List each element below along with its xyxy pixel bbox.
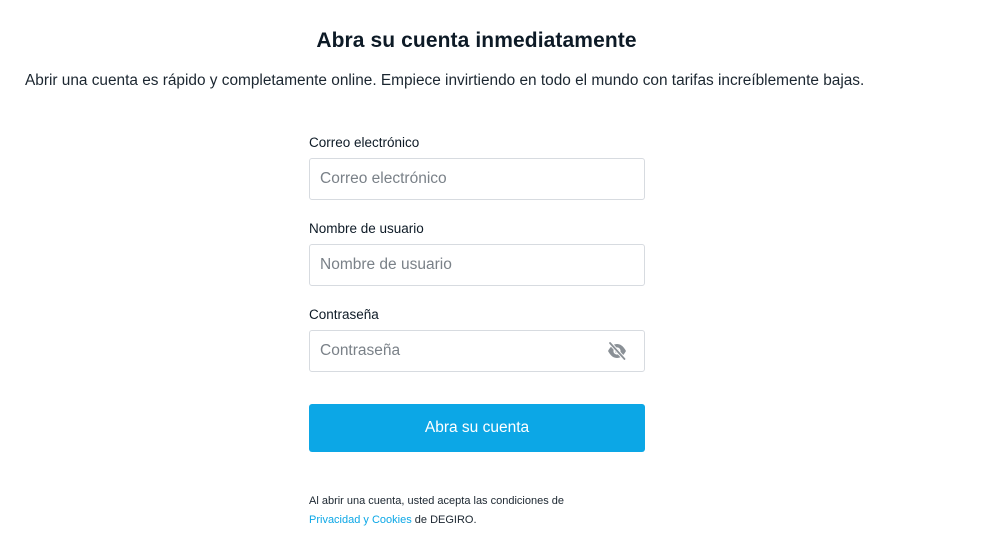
password-input[interactable]	[310, 331, 644, 371]
email-label: Correo electrónico	[309, 135, 420, 150]
signup-page: Abra su cuenta inmediatamente Abrir una …	[0, 0, 989, 540]
password-field-group: Contraseña	[309, 306, 645, 372]
page-subtitle: Abrir una cuenta es rápido y completamen…	[25, 72, 865, 89]
username-input[interactable]	[310, 245, 644, 285]
page-title: Abra su cuenta inmediatamente	[316, 29, 637, 52]
username-label: Nombre de usuario	[309, 221, 424, 236]
legal-text: Al abrir una cuenta, usted acepta las co…	[309, 495, 564, 507]
legal-notice: Al abrir una cuenta, usted acepta las co…	[309, 492, 649, 530]
privacy-cookies-link[interactable]: Privacidad y Cookies	[309, 514, 412, 526]
username-input-wrapper	[309, 244, 645, 286]
password-input-wrapper	[309, 330, 645, 372]
email-field-group: Correo electrónico	[309, 134, 645, 200]
signup-form: Correo electrónico Nombre de usuario Con…	[309, 134, 645, 392]
eye-slash-icon[interactable]	[606, 341, 628, 361]
username-field-group: Nombre de usuario	[309, 220, 645, 286]
legal-text-suffix: de DEGIRO.	[414, 514, 477, 526]
email-input-wrapper	[309, 158, 645, 200]
password-label: Contraseña	[309, 307, 379, 322]
open-account-button[interactable]: Abra su cuenta	[309, 404, 645, 452]
email-input[interactable]	[310, 159, 644, 199]
